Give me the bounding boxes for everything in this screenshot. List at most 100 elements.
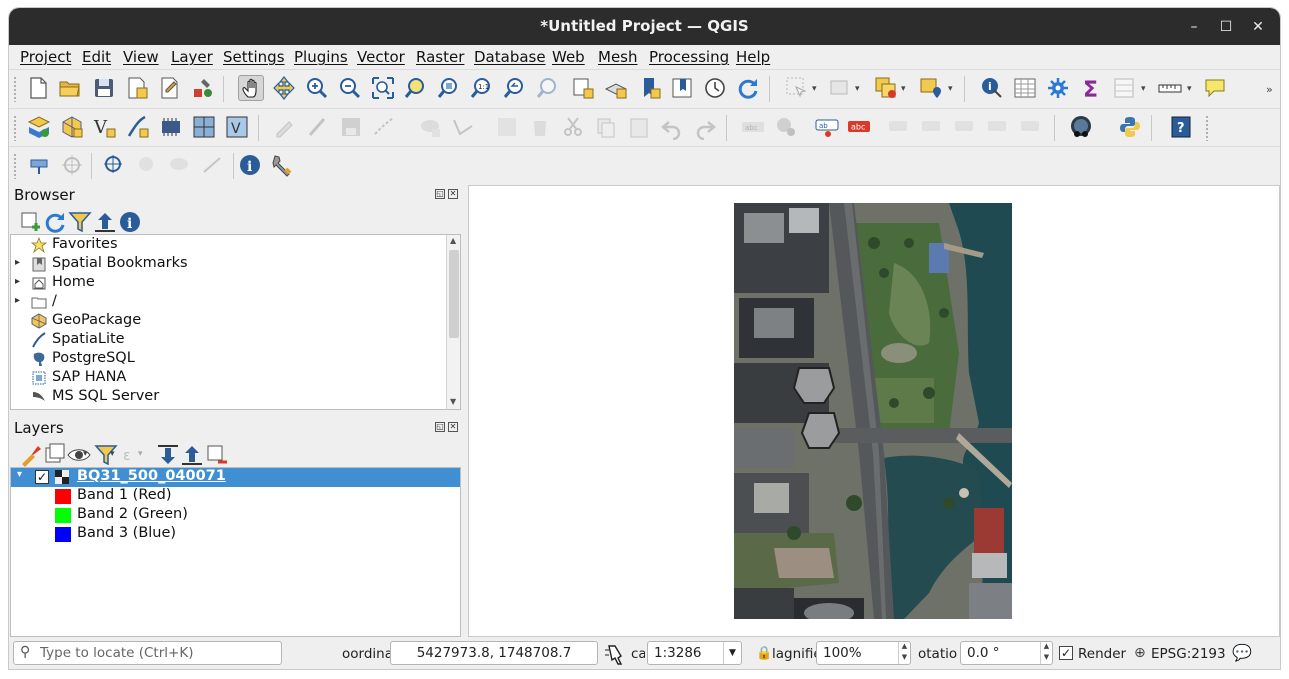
rotate-label-icon[interactable] <box>953 114 979 140</box>
select-by-value-icon[interactable] <box>827 75 853 101</box>
layer-styling-icon[interactable] <box>18 442 41 467</box>
zoom-out-icon[interactable] <box>337 75 363 101</box>
browser-float-icon[interactable]: ◱ <box>435 189 445 199</box>
current-edits-icon[interactable] <box>272 114 298 140</box>
layer-row-selected[interactable]: ▾ ✓ BQ31_500_040071 <box>11 468 460 487</box>
paste-features-icon[interactable] <box>626 114 652 140</box>
remove-layer-icon[interactable] <box>204 442 227 464</box>
browser-close-icon[interactable]: ✕ <box>448 189 458 199</box>
pin-labels-icon[interactable]: ab <box>814 114 840 140</box>
new-project-icon[interactable] <box>25 75 51 101</box>
browser-collapse-all-icon[interactable] <box>92 209 115 232</box>
toolbar-grip[interactable] <box>13 76 17 102</box>
browser-refresh-icon[interactable] <box>42 209 65 233</box>
scroll-up-arrow-icon[interactable]: ▲ <box>450 236 456 245</box>
label-properties-icon[interactable] <box>1019 114 1045 140</box>
select-value-dropdown-arrow[interactable]: ▾ <box>855 84 860 94</box>
refresh-icon[interactable] <box>735 75 761 101</box>
maximize-button[interactable]: ☐ <box>1215 16 1237 38</box>
map-canvas[interactable] <box>468 185 1280 637</box>
open-field-calculator-icon[interactable] <box>1111 75 1137 101</box>
move-label-icon[interactable] <box>887 114 913 140</box>
add-ring-icon[interactable] <box>101 152 127 178</box>
georeferencer-icon[interactable] <box>26 152 52 178</box>
menu-layer[interactable]: Layer <box>171 48 213 66</box>
zoom-in-icon[interactable] <box>304 75 330 101</box>
expand-arrow-icon[interactable]: ▸ <box>15 257 20 268</box>
globe-plugin-icon[interactable] <box>1068 114 1094 140</box>
scroll-down-arrow-icon[interactable]: ▼ <box>450 397 456 406</box>
field-calc-dropdown-arrow[interactable]: ▾ <box>1141 84 1146 94</box>
new-spatialite-layer-icon[interactable] <box>125 114 151 140</box>
browser-item-spatialite[interactable]: SpatiaLite <box>11 331 460 350</box>
new-temporary-layer-icon[interactable] <box>158 114 184 140</box>
deselect-features-icon[interactable] <box>873 75 899 101</box>
coordinate-field[interactable]: 5427973.8, 1748708.7 <box>390 641 598 665</box>
python-console-icon[interactable] <box>1117 114 1143 140</box>
pan-hand-icon[interactable] <box>238 75 264 101</box>
menu-edit[interactable]: Edit <box>82 48 111 66</box>
menu-plugins[interactable]: Plugins <box>294 48 348 66</box>
zoom-to-selection-icon[interactable] <box>403 75 429 101</box>
crs-label[interactable]: EPSG:2193 <box>1151 646 1226 662</box>
browser-item-geopackage[interactable]: GeoPackage <box>11 312 460 331</box>
select-location-dropdown-arrow[interactable]: ▾ <box>948 84 953 94</box>
visibility-dropdown-arrow[interactable]: ▾ <box>83 449 88 459</box>
messages-icon[interactable]: 💬 <box>1232 643 1252 662</box>
reshape-icon[interactable] <box>200 152 226 178</box>
layer-visibility-checkbox[interactable]: ✓ <box>35 470 49 484</box>
browser-scrollbar[interactable]: ▲ ▼ <box>446 235 460 409</box>
map-tips-icon[interactable] <box>1202 75 1228 101</box>
wrench-tool-icon[interactable] <box>270 152 296 178</box>
close-button[interactable]: ✕ <box>1247 16 1269 38</box>
style-manager-icon[interactable] <box>190 75 216 101</box>
statistics-sigma-icon[interactable]: Σ <box>1078 75 1104 101</box>
measure-line-icon[interactable] <box>1157 75 1183 101</box>
browser-item-ms-sql-server[interactable]: MS SQL Server <box>11 388 460 407</box>
save-project-icon[interactable] <box>91 75 117 101</box>
print-layout-icon[interactable] <box>157 75 183 101</box>
data-source-manager-icon[interactable] <box>26 114 52 140</box>
toolbar-grip[interactable] <box>13 153 17 179</box>
browser-properties-icon[interactable]: i <box>117 209 140 232</box>
gps-crosshair-icon[interactable] <box>59 152 85 178</box>
select-features-icon[interactable] <box>784 75 810 101</box>
new-bookmark-icon[interactable] <box>638 75 664 101</box>
zoom-native-icon[interactable]: 1:1 <box>469 75 495 101</box>
show-bookmarks-icon[interactable] <box>670 75 696 101</box>
identify-features-icon[interactable]: i <box>979 75 1005 101</box>
collapse-arrow-icon[interactable]: ▾ <box>17 469 22 480</box>
toolbox-gear-icon[interactable] <box>1045 75 1071 101</box>
layers-float-icon[interactable]: ◱ <box>435 422 445 432</box>
cut-features-icon[interactable] <box>560 114 586 140</box>
filter-by-expression-icon[interactable]: ε <box>119 442 137 464</box>
browser-item-favorites[interactable]: Favorites <box>11 236 460 255</box>
select-location-icon[interactable] <box>918 75 944 101</box>
toggle-extents-mouse-icon[interactable] <box>601 642 623 665</box>
magnifier-spin-arrows-icon[interactable]: ▲ ▼ <box>898 642 910 664</box>
info-icon[interactable]: i <box>237 152 263 178</box>
filter-dropdown-arrow[interactable]: ▾ <box>110 449 115 459</box>
collapse-all-icon[interactable] <box>179 442 202 465</box>
new-shapefile-layer-icon[interactable]: V <box>92 114 118 140</box>
select-dropdown-arrow[interactable]: ▾ <box>812 84 817 94</box>
new-virtual-layer-icon[interactable] <box>191 114 217 140</box>
modify-attributes-icon[interactable] <box>494 114 520 140</box>
menu-processing[interactable]: Processing <box>649 48 729 66</box>
browser-item-sap-hana[interactable]: SAP HANA <box>11 369 460 388</box>
browser-item-spatial-bookmarks[interactable]: ▸ Spatial Bookmarks <box>11 255 460 274</box>
locate-search-input[interactable]: ⚲ Type to locate (Ctrl+K) <box>13 641 282 665</box>
fill-ring-icon[interactable] <box>167 152 193 178</box>
menu-database[interactable]: Database <box>474 48 546 66</box>
undo-icon[interactable] <box>659 114 685 140</box>
expression-dropdown-arrow[interactable]: ▾ <box>138 449 143 459</box>
add-part-icon[interactable] <box>134 152 160 178</box>
rotation-spinbox[interactable]: 0.0 ° ▲ ▼ <box>960 641 1053 665</box>
menu-mesh[interactable]: Mesh <box>598 48 638 66</box>
help-contents-icon[interactable]: ? <box>1168 114 1194 140</box>
toolbar-grip[interactable] <box>13 115 17 141</box>
change-label-icon[interactable] <box>986 114 1012 140</box>
attribute-table-icon[interactable] <box>1012 75 1038 101</box>
render-checkbox[interactable]: ✓ <box>1059 646 1073 660</box>
scale-combobox[interactable]: 1:3286 ▼ <box>647 641 742 665</box>
